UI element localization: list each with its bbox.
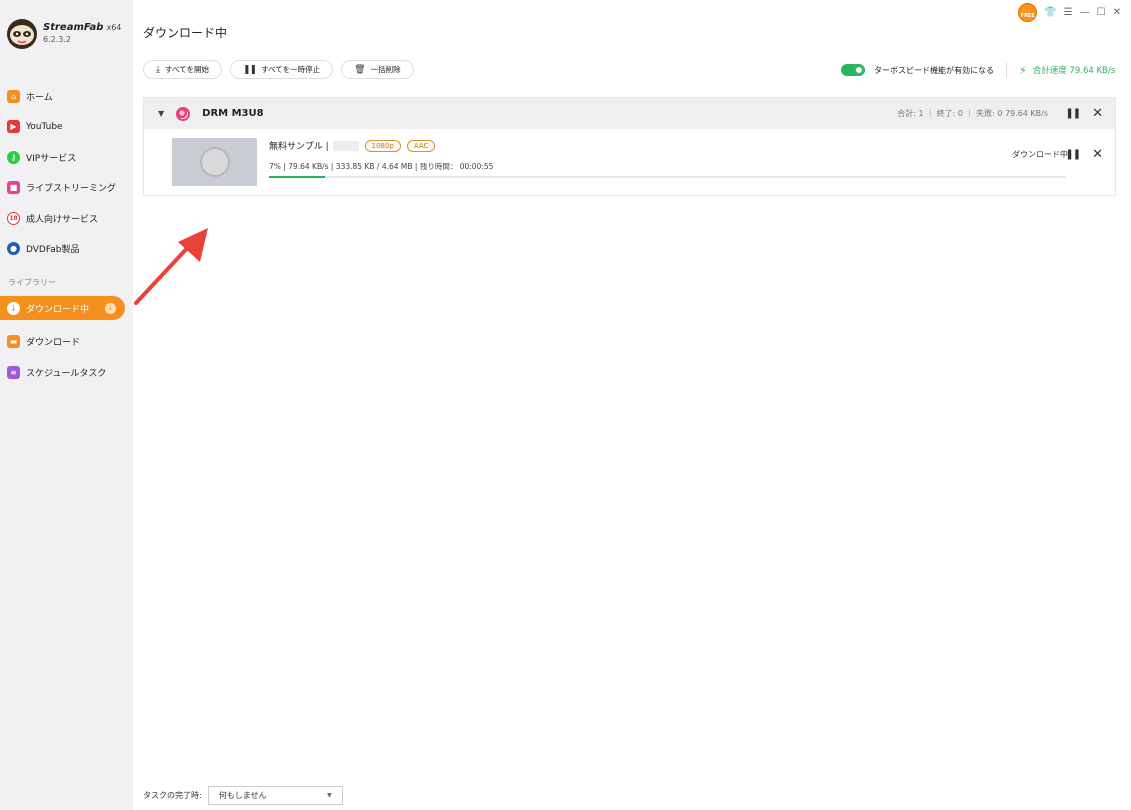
task-status: ダウンロード中 xyxy=(1012,150,1068,159)
shirt-icon[interactable]: 👕 xyxy=(1044,7,1056,18)
maximize-icon[interactable]: ☐ xyxy=(1097,7,1106,18)
task-group: ▼ DRM M3U8 合計: 1 ｜ 終了: 0 ｜ 失敗: 0 79.64 K… xyxy=(143,97,1116,196)
task-close-icon[interactable]: ✕ xyxy=(1092,147,1103,162)
toolbar: ⤓ すべてを開始 ❚❚ すべてを一時停止 🗑 一括削除 xyxy=(143,60,414,79)
sidebar-item-label: YouTube xyxy=(26,121,63,132)
pause-all-label: すべてを一時停止 xyxy=(261,65,321,74)
turbo-label: ターボスピード機能が有効になる xyxy=(874,65,994,75)
start-all-button[interactable]: ⤓ すべてを開始 xyxy=(143,60,223,79)
key-icon: ⚷ xyxy=(7,150,20,164)
group-title: DRM M3U8 xyxy=(202,108,264,119)
placeholder-logo-icon xyxy=(199,147,230,177)
sidebar-item-label: 成人向けサービス xyxy=(26,214,99,225)
sidebar-item-downloaded[interactable]: ▬ ダウンロード xyxy=(0,327,133,358)
audio-tag: AAC xyxy=(406,139,436,152)
pause-all-button[interactable]: ❚❚ すべてを一時停止 xyxy=(230,60,334,79)
pause-icon: ❚❚ xyxy=(243,64,257,75)
completion-action-value: 何もしません xyxy=(218,791,267,800)
sidebar-item-label: DVDFab製品 xyxy=(26,245,80,256)
task-name: 無料サンプル | xyxy=(269,142,329,152)
sidebar-item-label: ダウンロード中 xyxy=(26,304,90,315)
sidebar-item-adult[interactable]: 18 成人向けサービス xyxy=(0,203,133,234)
sidebar-item-live[interactable]: ■ ライブストリーミング xyxy=(0,173,133,204)
redacted-name xyxy=(332,140,359,151)
sidebar-item-label: スケジュールタスク xyxy=(26,368,107,379)
sidebar-nav: ⌂ ホーム ▶ YouTube ⚷ VIPサービス ■ ライブストリーミング 1… xyxy=(0,81,133,264)
completion-action-select[interactable]: 何もしません ▼ xyxy=(207,786,343,805)
resolution-tag: 1080p xyxy=(364,139,401,152)
total-speed-label: 合計速度 79.64 KB/s xyxy=(1032,66,1116,76)
annotation-arrow xyxy=(134,228,208,305)
task-pause-icon[interactable]: ❚❚ xyxy=(1065,149,1081,160)
library-header: ライブラリー xyxy=(8,278,56,287)
task-thumbnail xyxy=(172,138,257,186)
chevron-down-icon: ▼ xyxy=(327,792,332,799)
delete-all-label: 一括削除 xyxy=(370,65,401,74)
app-name: StreamFab xyxy=(43,22,104,33)
turbo-toggle[interactable] xyxy=(841,64,865,76)
free-badge[interactable]: FREE xyxy=(1018,3,1038,22)
sidebar-item-label: ダウンロード xyxy=(26,338,81,349)
sidebar-item-downloading[interactable]: ↓ ダウンロード中 ↓ xyxy=(0,296,125,320)
folder-icon: ▬ xyxy=(7,335,20,349)
home-icon: ⌂ xyxy=(7,89,20,103)
lightning-icon: ⚡ xyxy=(1019,63,1027,77)
sidebar-item-schedule[interactable]: ≡ スケジュールタスク xyxy=(0,357,133,388)
close-icon[interactable]: ✕ xyxy=(1113,7,1121,18)
task-title: 無料サンプル | 1080p AAC xyxy=(269,139,436,152)
download-icon: ↓ xyxy=(7,301,20,315)
start-all-label: すべてを開始 xyxy=(164,65,210,74)
sidebar-item-vip[interactable]: ⚷ VIPサービス xyxy=(0,142,133,173)
app-version: 6.2.3.2 xyxy=(43,35,71,44)
delete-all-button[interactable]: 🗑 一括削除 xyxy=(341,60,414,79)
task-meta: 7% | 79.64 KB/s | 333.85 KB / 4.64 MB | … xyxy=(269,162,494,171)
drm-m3u8-icon xyxy=(176,106,191,121)
sidebar: StreamFab x64 6.2.3.2 ⌂ ホーム ▶ YouTube ⚷ V… xyxy=(0,0,133,810)
streamfab-logo-icon xyxy=(7,19,37,49)
group-stats: 合計: 1 ｜ 終了: 0 ｜ 失敗: 0 79.64 KB/s xyxy=(897,109,1048,118)
trash-icon: 🗑 xyxy=(354,64,366,75)
task-progress-fill xyxy=(269,176,325,178)
library-nav: ↓ ダウンロード中 ↓ ▬ ダウンロード ≡ スケジュールタスク xyxy=(0,296,133,388)
dvdfab-icon: ● xyxy=(7,242,20,256)
completion-label: タスクの完了時: xyxy=(143,791,202,800)
sidebar-item-home[interactable]: ⌂ ホーム xyxy=(0,81,133,112)
sidebar-item-label: ホーム xyxy=(26,92,53,103)
divider xyxy=(1006,62,1007,78)
task-progress-bar xyxy=(269,176,1066,178)
group-close-icon[interactable]: ✕ xyxy=(1092,106,1103,121)
menu-icon[interactable]: ☰ xyxy=(1064,7,1073,18)
minimize-icon[interactable]: — xyxy=(1080,7,1090,18)
turbo-section: ターボスピード機能が有効になる ⚡ 合計速度 79.64 KB/s xyxy=(841,62,1115,78)
task-group-header: ▼ DRM M3U8 合計: 1 ｜ 終了: 0 ｜ 失敗: 0 79.64 K… xyxy=(144,98,1115,129)
task-row: 無料サンプル | 1080p AAC 7% | 79.64 KB/s | 333… xyxy=(144,129,1115,197)
sidebar-item-youtube[interactable]: ▶ YouTube xyxy=(0,112,133,143)
window-controls: FREE 👕 ☰ — ☐ ✕ xyxy=(1018,3,1121,22)
page-title: ダウンロード中 xyxy=(143,26,228,40)
footer: タスクの完了時: 何もしません ▼ xyxy=(143,786,343,805)
brand: StreamFab x64 6.2.3.2 xyxy=(6,18,121,50)
adult-restricted-icon: 18 xyxy=(7,211,20,225)
sidebar-item-label: VIPサービス xyxy=(26,153,77,164)
youtube-icon: ▶ xyxy=(7,120,20,134)
download-icon: ⤓ xyxy=(156,64,160,75)
sidebar-item-label: ライブストリーミング xyxy=(26,184,117,195)
group-pause-icon[interactable]: ❚❚ xyxy=(1065,108,1081,119)
total-speed: ⚡ 合計速度 79.64 KB/s xyxy=(1019,64,1115,77)
collapse-caret-icon[interactable]: ▼ xyxy=(158,109,164,118)
app-arch: x64 xyxy=(106,23,122,32)
video-camera-icon: ■ xyxy=(7,181,20,195)
schedule-list-icon: ≡ xyxy=(7,365,20,379)
download-status-icon: ↓ xyxy=(105,302,116,314)
sidebar-item-dvdfab[interactable]: ● DVDFab製品 xyxy=(0,234,133,265)
